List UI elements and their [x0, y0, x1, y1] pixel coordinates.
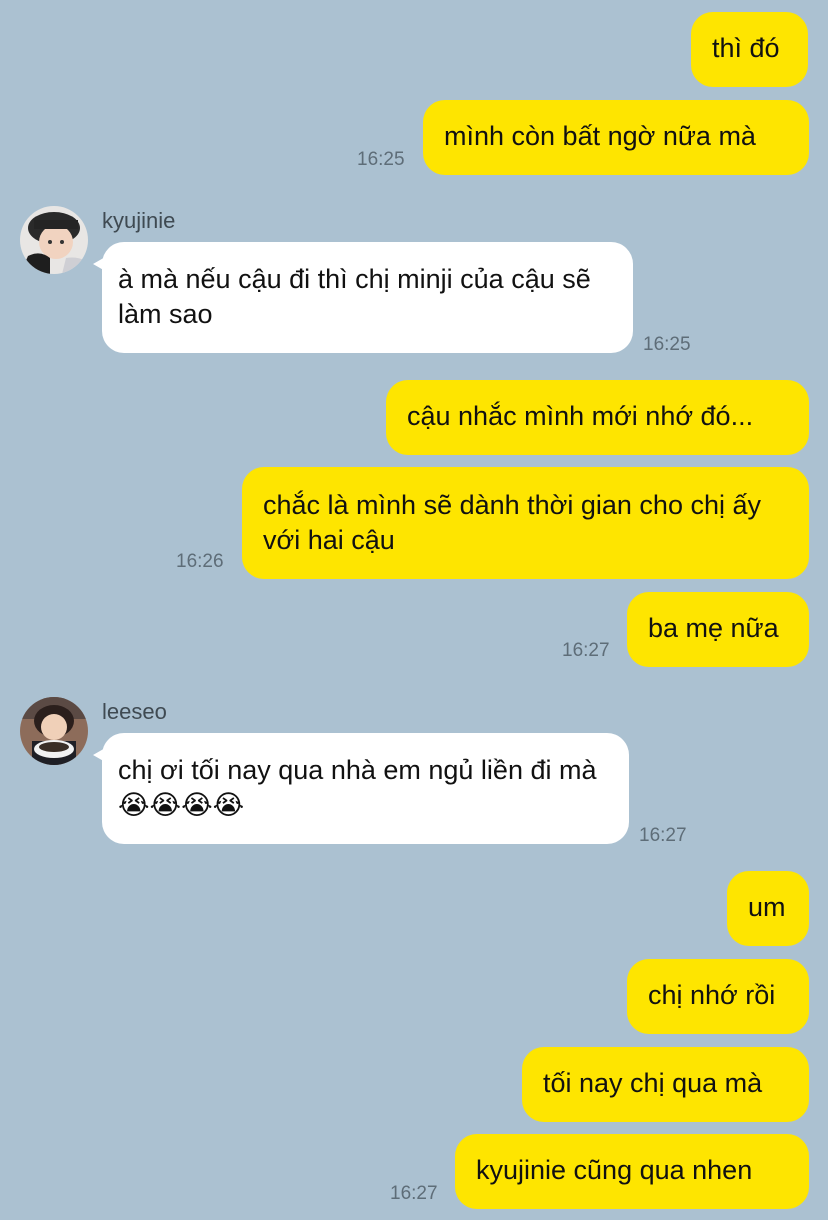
my-message-bubble[interactable]: chắc là mình sẽ dành thời gian cho chị ấ… [242, 467, 809, 579]
my-message-bubble[interactable]: mình còn bất ngờ nữa mà [423, 100, 809, 175]
avatar-kyujinie-image [20, 206, 88, 274]
message-time: 16:27 [639, 825, 687, 846]
their-message-bubble[interactable]: à mà nếu cậu đi thì chị minji của cậu sẽ… [93, 242, 633, 353]
message-text: chắc là mình sẽ dành thời gian cho chị ấ… [263, 490, 761, 555]
message-time: 16:25 [357, 149, 405, 170]
avatar-leeseo-image [20, 697, 88, 765]
sender-name: kyujinie [102, 208, 176, 233]
message-text: thì đó [712, 33, 780, 63]
message-text: à mà nếu cậu đi thì chị minji của cậu sẽ… [118, 264, 591, 329]
their-message-bubble[interactable]: chị ơi tối nay qua nhà em ngủ liền đi mà… [93, 733, 629, 844]
my-message-bubble[interactable]: um [727, 871, 809, 946]
message-text: chị nhớ rồi [648, 980, 776, 1010]
message-time: 16:25 [643, 334, 691, 355]
avatar-kyujinie[interactable] [20, 206, 88, 274]
my-message-bubble[interactable]: tối nay chị qua mà [522, 1047, 809, 1122]
my-message-bubble[interactable]: kyujinie cũng qua nhen [455, 1134, 809, 1209]
message-time: 16:27 [562, 640, 610, 661]
message-text: ba mẹ nữa [648, 613, 779, 643]
message-text: cậu nhắc mình mới nhớ đó... [407, 401, 754, 431]
chat-area[interactable]: thì đó 16:25 mình còn bất ngờ nữa mà kyu… [0, 0, 828, 1220]
my-message-bubble[interactable]: ba mẹ nữa [627, 592, 809, 667]
my-message-bubble[interactable]: cậu nhắc mình mới nhớ đó... [386, 380, 809, 455]
message-time: 16:26 [176, 551, 224, 572]
message-text: um [748, 892, 786, 922]
message-text: mình còn bất ngờ nữa mà [444, 121, 756, 151]
message-text: chị ơi tối nay qua nhà em ngủ liền đi mà… [118, 755, 597, 820]
sender-name: leeseo [102, 699, 167, 724]
my-message-bubble[interactable]: thì đó [691, 12, 808, 87]
my-message-bubble[interactable]: chị nhớ rồi [627, 959, 809, 1034]
message-time: 16:27 [390, 1183, 438, 1204]
message-text: tối nay chị qua mà [543, 1068, 763, 1098]
avatar-leeseo[interactable] [20, 697, 88, 765]
message-text: kyujinie cũng qua nhen [476, 1155, 753, 1185]
